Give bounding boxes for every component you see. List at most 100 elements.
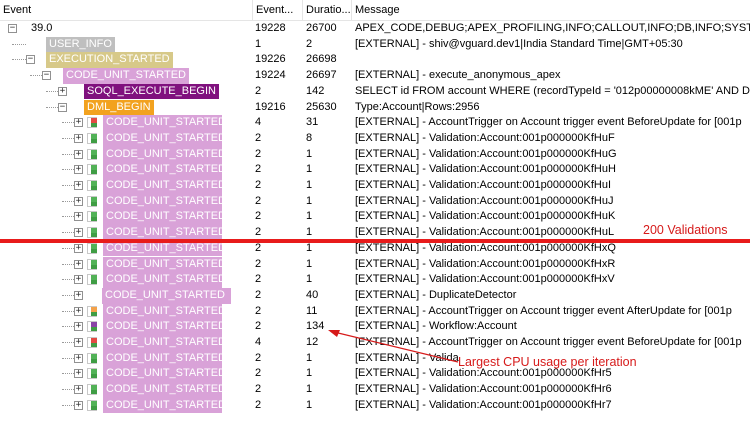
- tree-row[interactable]: + CODE_UNIT_STARTED 2 1 [EXTERNAL] - Validat…: [0, 382, 750, 398]
- annotation-cpu: Largest CPU usage per iteration: [458, 355, 637, 369]
- duration-cell: 11: [306, 304, 318, 317]
- event-label: CODE_UNIT_STARTED: [103, 397, 226, 414]
- event-label: CODE_UNIT_STARTED: [103, 303, 226, 320]
- tree-row[interactable]: − DML_BEGIN 19216 25630 Type:Account|Rows:29…: [0, 99, 750, 116]
- event-label: CODE_UNIT_STARTED: [103, 146, 226, 163]
- collapse-icon[interactable]: −: [8, 24, 17, 33]
- event-label: CODE_UNIT_STARTED: [103, 193, 226, 210]
- tree-row[interactable]: + CODE_UNIT_STARTED 2 40 [EXTERNAL] - Duplic…: [0, 287, 750, 304]
- tree-row[interactable]: + CODE_UNIT_STARTED 2 1 [EXTERNAL] - Validat…: [0, 397, 750, 414]
- red-event-icon: [87, 117, 97, 129]
- collapse-icon[interactable]: −: [26, 55, 35, 65]
- tree-connector: [46, 90, 58, 92]
- tree-row[interactable]: + CODE_UNIT_STARTED 2 1 [EXTERNAL] - Validat…: [0, 256, 750, 273]
- message-cell: [EXTERNAL] - Validation:Account:001p0000…: [355, 163, 616, 176]
- expand-icon[interactable]: +: [74, 243, 83, 253]
- duration-cell: 40: [306, 288, 319, 301]
- event-label: CODE_UNIT_STARTED: [103, 209, 226, 226]
- event-count-cell: 19228: [255, 22, 286, 34]
- expand-icon[interactable]: +: [74, 306, 83, 316]
- expand-icon[interactable]: +: [74, 400, 83, 410]
- tree-row[interactable]: + CODE_UNIT_STARTED 2 1 [EXTERNAL] - Validat…: [0, 366, 750, 383]
- tree-row[interactable]: + CODE_UNIT_STARTED 2 1 [EXTERNAL] - Validat…: [0, 272, 750, 288]
- tree-connector: [62, 137, 74, 139]
- message-cell: [EXTERNAL] - Validation:Account:001p0000…: [355, 131, 615, 144]
- tree-row[interactable]: USER_INFO 1 2 [EXTERNAL] - shiv@vguard.dev1…: [0, 36, 750, 53]
- expand-icon[interactable]: +: [74, 275, 83, 285]
- duration-cell: 1: [306, 147, 313, 160]
- expand-icon[interactable]: +: [74, 385, 83, 395]
- expand-icon[interactable]: +: [74, 259, 83, 269]
- column-header: Event Event... Duratio... Message: [0, 0, 750, 21]
- tree-row[interactable]: + CODE_UNIT_STARTED 2 1 [EXTERNAL] - Validat…: [0, 193, 750, 210]
- event-count-cell: 2: [255, 367, 262, 380]
- expand-icon[interactable]: +: [58, 86, 67, 96]
- tree-row[interactable]: − EXECUTION_STARTED 19226 26698: [0, 52, 750, 69]
- expand-icon[interactable]: +: [74, 118, 83, 128]
- tree-connector: [62, 232, 74, 234]
- event-count-cell: 2: [255, 131, 262, 144]
- event-label: CODE_UNIT_STARTED: [103, 272, 226, 288]
- expand-icon[interactable]: +: [74, 165, 83, 175]
- tree-row[interactable]: + CODE_UNIT_STARTED 2 11 [EXTERNAL] - Accoun…: [0, 303, 750, 320]
- tree-row[interactable]: + CODE_UNIT_STARTED 2 8 [EXTERNAL] - Validat…: [0, 130, 750, 147]
- duration-cell: 25630: [306, 100, 337, 113]
- duration-cell: 1: [306, 383, 313, 396]
- event-label: CODE_UNIT_STARTED: [103, 256, 226, 273]
- event-label: CODE_UNIT_STARTED: [103, 335, 226, 351]
- duration-cell: 26698: [306, 53, 337, 66]
- event-label: CODE_UNIT_STARTED: [103, 178, 226, 194]
- tree-row[interactable]: + CODE_UNIT_STARTED 2 1 [EXTERNAL] - Validat…: [0, 146, 750, 163]
- tree-row[interactable]: + SOQL_EXECUTE_BEGIN 2 142 SELECT id FROM ac…: [0, 83, 750, 100]
- expand-icon[interactable]: +: [74, 290, 83, 300]
- event-count-cell: 2: [255, 257, 262, 270]
- tree-connector: [62, 310, 74, 312]
- event-column-header[interactable]: Event: [0, 0, 253, 20]
- tree-connector: [62, 185, 74, 186]
- collapse-icon[interactable]: −: [42, 71, 51, 81]
- tree-row[interactable]: − 39.0 19228 26700 APEX_CODE,DEBUG;APEX_PROF…: [0, 21, 750, 37]
- message-cell: [EXTERNAL] - DuplicateDetector: [355, 288, 517, 301]
- expand-icon[interactable]: +: [74, 133, 83, 143]
- green-event-icon: [87, 211, 97, 223]
- green-event-icon: [87, 384, 97, 396]
- expand-icon[interactable]: +: [74, 322, 83, 332]
- tree-row[interactable]: − CODE_UNIT_STARTED 19224 26697 [EXTERNAL] -…: [0, 68, 750, 84]
- expand-icon[interactable]: +: [74, 369, 83, 379]
- tree-connector: [62, 326, 74, 328]
- expand-icon[interactable]: +: [74, 212, 83, 222]
- tree-row[interactable]: + CODE_UNIT_STARTED 2 1 [EXTERNAL] - Validat…: [0, 240, 750, 257]
- tree-row[interactable]: + CODE_UNIT_STARTED 4 31 [EXTERNAL] - Accoun…: [0, 115, 750, 131]
- message-cell: Type:Account|Rows:2956: [355, 100, 480, 113]
- tree-row[interactable]: + CODE_UNIT_STARTED 2 1 [EXTERNAL] - Validat…: [0, 178, 750, 194]
- expand-icon[interactable]: +: [74, 181, 83, 190]
- event-count-cell: 4: [255, 116, 262, 129]
- message-column-header[interactable]: Message: [352, 0, 750, 20]
- message-cell: [EXTERNAL] - execute_anonymous_apex: [355, 69, 561, 82]
- event-label: SOQL_EXECUTE_BEGIN: [84, 83, 219, 100]
- collapse-icon[interactable]: −: [58, 102, 67, 112]
- expand-icon[interactable]: +: [74, 228, 83, 238]
- message-cell: APEX_CODE,DEBUG;APEX_PROFILING,INFO;CALL…: [355, 22, 750, 34]
- expand-icon[interactable]: +: [74, 196, 83, 206]
- message-cell: [EXTERNAL] - AccountTrigger on Account t…: [355, 304, 732, 317]
- expand-icon[interactable]: +: [74, 149, 83, 159]
- message-cell: [355, 52, 750, 68]
- message-cell: [EXTERNAL] - Validation:Account:001p0000…: [355, 147, 617, 160]
- event-label: CODE_UNIT_STARTED: [103, 115, 226, 131]
- expand-icon[interactable]: +: [74, 353, 83, 363]
- event-count-cell: 2: [255, 147, 262, 160]
- green-event-icon: [87, 258, 97, 270]
- tree-row[interactable]: + CODE_UNIT_STARTED 2 1 [EXTERNAL] - Validat…: [0, 209, 750, 226]
- expand-icon[interactable]: +: [74, 338, 83, 347]
- duration-cell: 142: [306, 84, 325, 97]
- event-count-cell: 2: [255, 398, 262, 411]
- event-label: CODE_UNIT_STARTED: [103, 130, 226, 147]
- tree-row[interactable]: + CODE_UNIT_STARTED 2 1 [EXTERNAL] - Validat…: [0, 162, 750, 178]
- tree-connector: [62, 357, 74, 359]
- event-label: CODE_UNIT_STARTED: [103, 319, 226, 335]
- duration-column-header[interactable]: Duratio...: [303, 0, 352, 20]
- event-count-cell: 2: [255, 210, 262, 223]
- tree-connector: [62, 279, 74, 281]
- event-count-column-header[interactable]: Event...: [253, 0, 303, 20]
